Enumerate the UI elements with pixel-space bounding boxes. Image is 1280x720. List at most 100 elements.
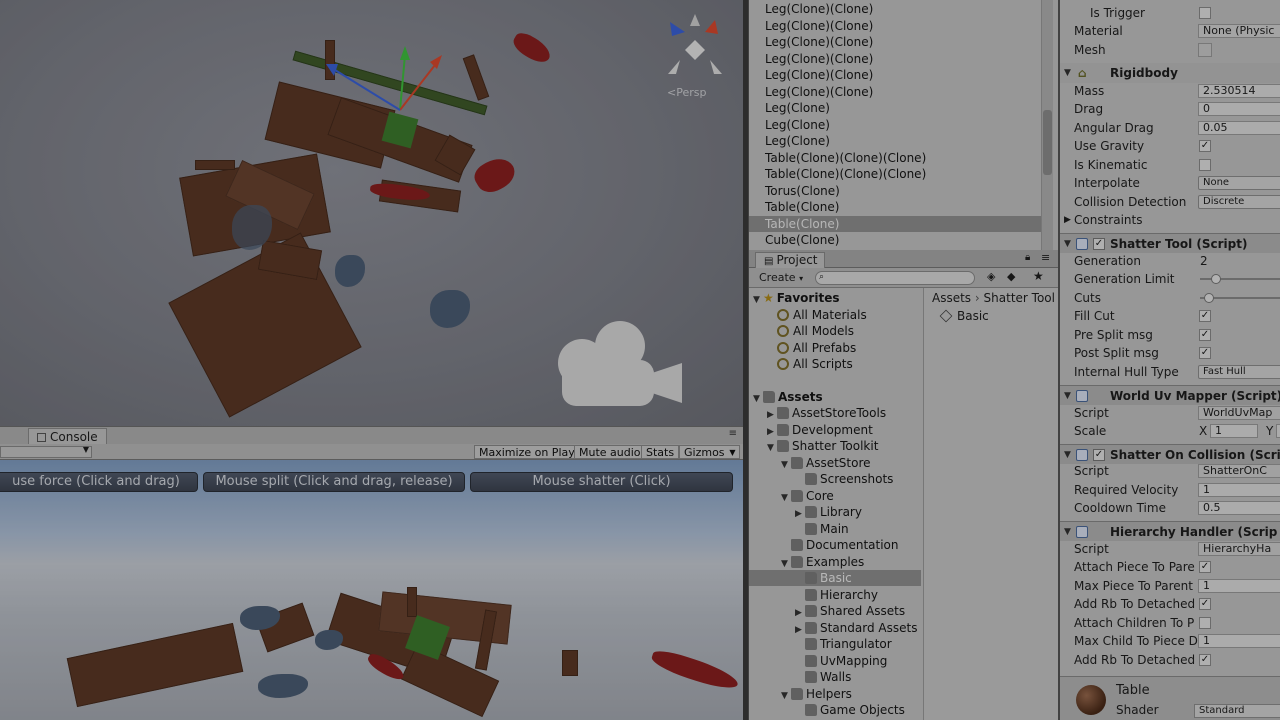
max-piece-field[interactable]: 1 — [1198, 579, 1280, 593]
rigidbody-header[interactable]: ▼ ⌂ Rigidbody — [1060, 63, 1280, 83]
assets-root[interactable]: ▼ Assets — [753, 389, 823, 407]
project-folder-item[interactable]: ▼ Helpers — [781, 686, 852, 704]
hull-type-dropdown[interactable]: Fast Hull — [1198, 365, 1280, 379]
breadcrumb-assets[interactable]: Assets — [932, 291, 971, 305]
project-folder-item[interactable]: ▼ Examples — [781, 554, 864, 572]
breadcrumb-shatter-tool[interactable]: Shatter Tool — [984, 291, 1055, 305]
collision-detection-dropdown[interactable]: Discrete — [1198, 195, 1280, 209]
drag-field[interactable]: 0 — [1198, 102, 1280, 116]
favorite-item[interactable]: All Prefabs — [777, 340, 856, 356]
shatter-collision-script-field[interactable]: ShatterOnC — [1198, 464, 1280, 478]
world-uv-script-field[interactable]: WorldUvMap — [1198, 406, 1280, 420]
max-child-field[interactable]: 1 — [1198, 634, 1280, 648]
project-folder-item[interactable]: ▼ Core — [781, 488, 834, 506]
hierarchy-item[interactable]: Cube(Clone) — [765, 232, 839, 248]
shatter-on-collision-header[interactable]: ▼ ✓ Shatter On Collision (Scrip — [1060, 444, 1280, 464]
hierarchy-scrollbar[interactable] — [1041, 0, 1053, 250]
favorite-item[interactable]: All Models — [777, 323, 854, 339]
add-rb-checkbox[interactable]: ✓ — [1199, 598, 1211, 610]
project-folder-item[interactable]: UvMapping — [795, 653, 887, 669]
project-folder-item[interactable]: ▶ AssetStoreTools — [767, 405, 886, 423]
filter-label-icon[interactable]: ◆ — [1007, 270, 1015, 283]
create-dropdown[interactable]: Create ▾ — [755, 271, 807, 286]
is-trigger-checkbox[interactable] — [1199, 7, 1211, 19]
hierarchy-item[interactable]: Leg(Clone) — [765, 100, 830, 116]
hierarchy-item[interactable]: Leg(Clone)(Clone) — [765, 18, 873, 34]
panel-menu-icon[interactable]: ≡ — [729, 428, 737, 439]
filter-type-icon[interactable]: ◈ — [987, 270, 995, 283]
hierarchy-handler-header[interactable]: ▼ Hierarchy Handler (Scrip — [1060, 521, 1280, 541]
hierarchy-item[interactable]: Table(Clone) — [765, 199, 839, 215]
scrollbar-thumb[interactable] — [1043, 110, 1052, 175]
project-folder-item[interactable]: Main — [795, 521, 849, 537]
project-folder-item[interactable]: Documentation — [781, 537, 899, 553]
aspect-dropdown[interactable]: ▼ — [0, 445, 92, 458]
project-folder-item[interactable]: ▶ Standard Assets — [795, 620, 917, 638]
project-folder-item[interactable]: ▶ Library — [795, 504, 862, 522]
use-force-button[interactable]: use force (Click and drag) — [0, 472, 198, 492]
required-velocity-field[interactable]: 1 — [1198, 483, 1280, 497]
hierarchy-item[interactable]: Table(Clone)(Clone)(Clone) — [765, 166, 926, 182]
project-folder-item[interactable]: Triangulator — [795, 636, 892, 652]
hierarchy-item[interactable]: Leg(Clone)(Clone) — [765, 51, 873, 67]
hierarchy-item[interactable]: Torus(Clone) — [765, 183, 840, 199]
scale-y-field[interactable] — [1276, 424, 1280, 438]
panel-menu-icon[interactable]: ≡ — [1041, 251, 1050, 264]
hierarchy-item[interactable]: Table(Clone) — [749, 215, 1041, 232]
project-folder-item[interactable]: Game Objects — [795, 702, 905, 718]
cooldown-time-field[interactable]: 0.5 — [1198, 501, 1280, 515]
scale-x-field[interactable]: 1 — [1210, 424, 1258, 438]
angular-drag-field[interactable]: 0.05 — [1198, 121, 1280, 135]
search-input[interactable]: ⌕ — [815, 271, 975, 285]
shader-dropdown[interactable]: Standard — [1194, 704, 1280, 718]
shatter-tool-enabled-checkbox[interactable]: ✓ — [1093, 238, 1105, 250]
mute-audio-toggle[interactable]: Mute audio — [574, 445, 646, 459]
favorites-header[interactable]: ▼ ★ Favorites — [753, 290, 839, 308]
constraints-row[interactable]: ▶ Constraints — [1060, 211, 1280, 229]
gizmos-dropdown[interactable]: Gizmos ▼ — [679, 445, 740, 459]
interpolate-dropdown[interactable]: None — [1198, 176, 1280, 190]
collider-material-field[interactable]: None (Physic — [1198, 24, 1280, 38]
fill-cut-checkbox[interactable]: ✓ — [1199, 310, 1211, 322]
project-folder-item[interactable]: ▶ Shared Assets — [795, 603, 905, 621]
mouse-split-button[interactable]: Mouse split (Click and drag, release) — [203, 472, 465, 492]
world-uv-mapper-header[interactable]: ▼ World Uv Mapper (Script) — [1060, 385, 1280, 405]
maximize-on-play-toggle[interactable]: Maximize on Play — [474, 445, 580, 459]
asset-scene-basic[interactable]: Basic — [939, 308, 989, 324]
cuts-slider-knob[interactable] — [1204, 293, 1214, 303]
game-view[interactable]: use force (Click and drag) Mouse split (… — [0, 460, 743, 720]
hierarchy-item[interactable]: Leg(Clone)(Clone) — [765, 67, 873, 83]
hierarchy-item[interactable]: Leg(Clone) — [765, 133, 830, 149]
is-kinematic-checkbox[interactable] — [1199, 159, 1211, 171]
hierarchy-item[interactable]: Table(Clone)(Clone)(Clone) — [765, 150, 926, 166]
mouse-shatter-button[interactable]: Mouse shatter (Click) — [470, 472, 733, 492]
project-folder-item[interactable]: ▶ Development — [767, 422, 873, 440]
project-folder-item[interactable]: Hierarchy — [795, 587, 878, 603]
project-folder-item[interactable]: ▼ Shatter Toolkit — [767, 438, 878, 456]
pre-split-checkbox[interactable]: ✓ — [1199, 329, 1211, 341]
post-split-checkbox[interactable]: ✓ — [1199, 347, 1211, 359]
project-folder-item[interactable]: Basic — [749, 570, 921, 586]
hierarchy-item[interactable]: Leg(Clone) — [765, 117, 830, 133]
hierarchy-item[interactable]: Leg(Clone)(Clone) — [765, 84, 873, 100]
project-folder-item[interactable]: ▼ AssetStore — [781, 455, 871, 473]
mass-field[interactable]: 2.530514 — [1198, 84, 1280, 98]
favorite-star-icon[interactable]: ★ — [1033, 269, 1044, 283]
favorite-item[interactable]: All Scripts — [777, 356, 853, 372]
project-folder-item[interactable]: Screenshots — [795, 471, 893, 487]
scene-view[interactable]: <Persp — [0, 0, 743, 426]
mesh-field[interactable] — [1198, 43, 1212, 57]
add-rb-2-checkbox[interactable]: ✓ — [1199, 654, 1211, 666]
shatter-on-collision-enabled-checkbox[interactable]: ✓ — [1093, 449, 1105, 461]
hierarchy-item[interactable]: Leg(Clone)(Clone) — [765, 34, 873, 50]
attach-children-checkbox[interactable] — [1199, 617, 1211, 629]
hierarchy-item[interactable]: Leg(Clone)(Clone) — [765, 1, 873, 17]
generation-limit-slider-knob[interactable] — [1211, 274, 1222, 284]
use-gravity-checkbox[interactable]: ✓ — [1199, 140, 1211, 152]
favorite-item[interactable]: All Materials — [777, 307, 867, 323]
project-folder-item[interactable]: Walls — [795, 669, 851, 685]
move-gizmo[interactable] — [320, 40, 450, 120]
stats-toggle[interactable]: Stats — [641, 445, 680, 459]
shatter-tool-header[interactable]: ▼ ✓ Shatter Tool (Script) — [1060, 233, 1280, 253]
attach-piece-checkbox[interactable]: ✓ — [1199, 561, 1211, 573]
